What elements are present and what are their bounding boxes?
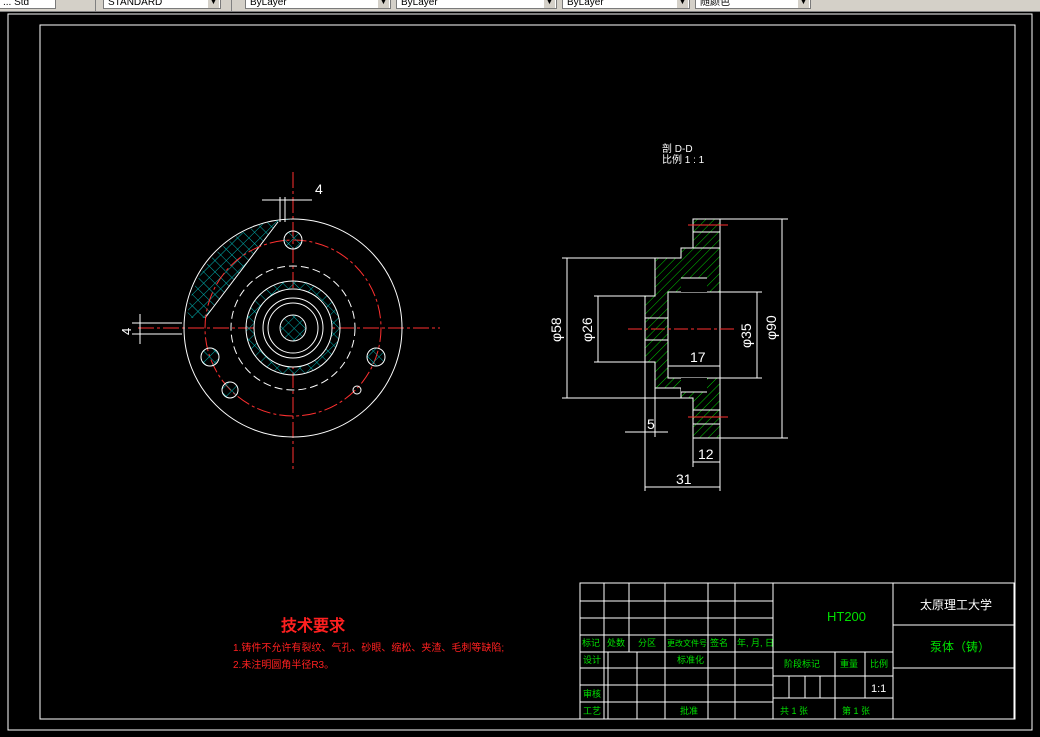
tb-total: 共 1 张 [780, 706, 808, 716]
frame-border [39, 24, 1016, 720]
tb-part-name: 泵体（铸） [930, 639, 990, 654]
dim-phi26: φ26 [579, 317, 595, 342]
tb-fenqu: 分区 [638, 638, 656, 648]
tech-title: 技术要求 [281, 616, 346, 635]
tech-line-1: 1.铸件不允许有裂纹、气孔、砂眼、缩松、夹渣、毛刺等缺陷; [233, 641, 504, 654]
dim-4-top: 4 [315, 181, 323, 197]
dim-phi35: φ35 [738, 323, 754, 348]
section-scale: 比例 1 : 1 [662, 153, 705, 166]
status-strip [0, 733, 1040, 737]
tech-line-2: 2.未注明圆角半径R3。 [233, 658, 334, 671]
dim-phi58: φ58 [548, 317, 564, 342]
drawing-canvas[interactable]: 4 4 剖 D-D 比例 1 : 1 φ58 φ26 φ35 φ90 17 5 … [0, 0, 1040, 737]
dim-17: 17 [690, 349, 706, 365]
tb-material: HT200 [827, 609, 866, 624]
tech-requirements: 技术要求 1.铸件不允许有裂纹、气孔、砂眼、缩松、夹渣、毛刺等缺陷; 2.未注明… [233, 616, 504, 671]
sheet-border [7, 13, 1033, 731]
tb-chushu: 处数 [607, 637, 625, 648]
tb-date: 年, 月, 日 [737, 637, 774, 648]
tb-qianming: 签名 [710, 637, 728, 648]
dim-5: 5 [647, 416, 655, 432]
tb-pizhun: 批准 [680, 705, 698, 716]
tb-zhongliang: 重量 [840, 658, 858, 669]
section-title: 剖 D-D [662, 142, 693, 155]
section-view[interactable]: 剖 D-D 比例 1 : 1 φ58 φ26 φ35 φ90 17 5 12 3… [548, 142, 788, 491]
tb-shenhe: 审核 [583, 688, 601, 699]
tb-scale: 1:1 [871, 683, 886, 695]
tb-sheji: 设计 [583, 654, 601, 665]
tb-bili: 比例 [870, 658, 888, 669]
tb-school: 太原理工大学 [920, 597, 992, 612]
dim-31: 31 [676, 471, 692, 487]
tb-sheet: 第 1 张 [842, 705, 870, 716]
tb-biaoji: 标记 [582, 637, 600, 648]
dim-phi90: φ90 [763, 315, 779, 340]
front-view[interactable]: 4 4 [119, 172, 440, 470]
tb-gengai: 更改文件号 [667, 638, 707, 648]
tb-gongyi: 工艺 [583, 706, 601, 716]
dim-4-left: 4 [119, 328, 134, 335]
tb-jieduan: 阶段标记 [784, 658, 820, 669]
tb-biaozhunhua: 标准化 [677, 654, 704, 665]
dim-12: 12 [698, 446, 714, 462]
